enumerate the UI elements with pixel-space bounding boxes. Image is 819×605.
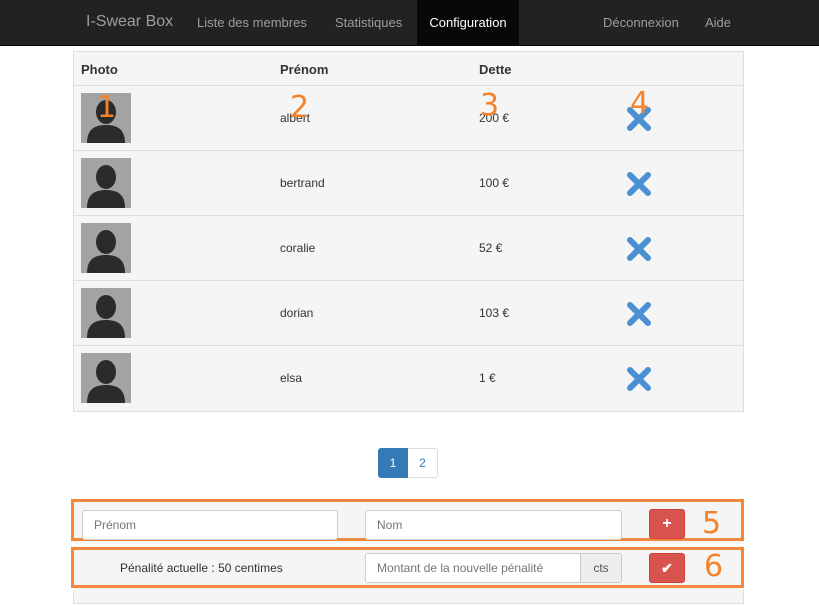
nav-item-members[interactable]: Liste des membres	[197, 0, 307, 45]
nav-item-configuration[interactable]: Configuration	[417, 0, 519, 45]
nav-item-statistics[interactable]: Statistiques	[335, 0, 402, 45]
top-navbar: I-Swear Box Liste des membres Statistiqu…	[0, 0, 819, 46]
header-firstname: Prénom	[280, 62, 329, 77]
header-photo: Photo	[81, 62, 118, 77]
delete-member-icon[interactable]	[626, 366, 652, 392]
annotation-5: 5	[702, 506, 722, 541]
member-firstname: coralie	[280, 241, 316, 255]
table-header: Photo Prénom Dette	[74, 52, 743, 86]
table-row: coralie 52 €	[74, 216, 743, 281]
annotation-6: 6	[704, 549, 724, 584]
lastname-input[interactable]	[365, 510, 622, 540]
table-row: bertrand 100 €	[74, 151, 743, 216]
penalty-unit-addon: cts	[580, 553, 622, 583]
page-1-link[interactable]: 1	[378, 448, 408, 478]
pagination: 1 2	[378, 448, 438, 478]
delete-member-icon[interactable]	[626, 236, 652, 262]
avatar	[81, 288, 131, 338]
member-debt: 1 €	[479, 371, 496, 385]
annotation-4: 4	[630, 86, 650, 121]
bottom-strip	[73, 590, 744, 604]
member-debt: 52 €	[479, 241, 503, 255]
save-penalty-button[interactable]: ✔	[649, 553, 685, 583]
annotation-3: 3	[480, 88, 500, 123]
table-row: dorian 103 €	[74, 281, 743, 346]
member-debt: 103 €	[479, 306, 510, 320]
delete-member-icon[interactable]	[626, 301, 652, 327]
annotation-1: 1	[97, 90, 117, 125]
add-member-button[interactable]: +	[649, 509, 685, 539]
delete-member-icon[interactable]	[626, 171, 652, 197]
annotation-2: 2	[290, 90, 310, 125]
member-firstname: dorian	[280, 306, 314, 320]
member-firstname: elsa	[280, 371, 303, 385]
current-penalty-label: Pénalité actuelle : 50 centimes	[120, 561, 283, 575]
member-debt: 100 €	[479, 176, 510, 190]
penalty-amount-input[interactable]	[365, 553, 581, 583]
avatar	[81, 223, 131, 273]
avatar	[81, 353, 131, 403]
member-firstname: bertrand	[280, 176, 325, 190]
brand-link[interactable]: I-Swear Box	[86, 13, 173, 31]
nav-item-help[interactable]: Aide	[705, 0, 731, 45]
header-debt: Dette	[479, 62, 512, 77]
nav-item-logout[interactable]: Déconnexion	[603, 0, 679, 45]
page-2-link[interactable]: 2	[408, 448, 438, 478]
avatar	[81, 158, 131, 208]
table-row: elsa 1 €	[74, 346, 743, 411]
firstname-input[interactable]	[82, 510, 338, 540]
